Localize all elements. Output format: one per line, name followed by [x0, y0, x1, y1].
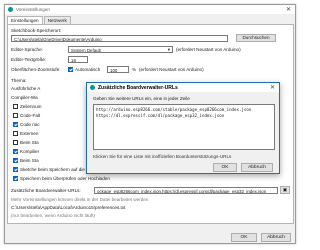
edit-note: (nur bearbeiten, wenn Arduino nicht läuf…	[11, 213, 96, 218]
verbose-label: Ausführliche A	[11, 86, 41, 91]
checkbox-code-folding[interactable]	[13, 113, 18, 118]
language-label: Editor-Sprache:	[11, 47, 43, 52]
cancel-button[interactable]: Abbruch	[261, 233, 291, 242]
sketchbook-path-input[interactable]: C:\Users\stefa\OneDrive\Dokumente\Arduin…	[11, 35, 228, 42]
checkbox-label: Code nac	[20, 122, 40, 127]
checkbox-startup-check[interactable]	[13, 158, 18, 163]
zoom-input[interactable]: 100	[107, 66, 129, 73]
unofficial-urls-link[interactable]: Klicken Sie für eine Liste mit inoffizie…	[93, 154, 231, 159]
ok-button[interactable]: OK	[231, 233, 257, 242]
checkbox-save-on-verify[interactable]	[13, 176, 18, 181]
board-urls-label: Zusätzliche Boardverwalter-URLs:	[11, 188, 81, 193]
tab-network[interactable]: Netzwerk	[43, 16, 71, 24]
checkbox-label: Kompilier	[20, 149, 40, 154]
checkbox-startup-updates[interactable]	[13, 140, 18, 145]
arduino-logo-icon	[90, 85, 95, 90]
prefs-file-path[interactable]: C:\Users\stefa\AppData\Local\Arduino15\p…	[11, 205, 125, 210]
browse-button[interactable]: Durchsuchen	[236, 34, 276, 42]
window-close-icon[interactable]: ✕	[286, 6, 291, 13]
urls-textarea[interactable]: http://arduino.esp8266.com/stable/packag…	[93, 104, 275, 150]
sketchbook-label: Sketchbook-Speicherort:	[11, 28, 62, 33]
arduino-logo-icon	[8, 7, 13, 12]
chevron-down-icon: ▾	[167, 47, 170, 52]
checkbox-compile-cache[interactable]	[13, 149, 18, 154]
checkbox-label: Externen	[20, 131, 39, 136]
board-urls-input[interactable]: ockage_esp8266com_index.json,https://dl.…	[94, 187, 278, 194]
more-prefs-note: Mehr Voreinstellungen können direkt in d…	[11, 197, 149, 202]
checkbox-label: Code-Falt	[20, 113, 41, 118]
zoom-auto-checkbox[interactable]	[68, 67, 73, 72]
fontsize-input[interactable]: 18	[68, 56, 88, 63]
tab-bar: Einstellungen Netzwerk	[7, 16, 72, 25]
zoom-unit: %	[132, 67, 137, 72]
board-urls-dialog: Zusätzliche Boardverwalter-URLs ✕ Geben …	[86, 82, 280, 174]
checkbox-update-extension[interactable]	[13, 167, 18, 172]
checkbox-label: Beim Sta	[20, 158, 39, 163]
dialog-ok-button[interactable]: OK	[213, 163, 237, 172]
dialog-title: Zusätzliche Boardverwalter-URLs	[98, 85, 178, 91]
checkbox-label: Zeilennum	[20, 104, 42, 109]
language-value: System Default	[71, 48, 101, 53]
window-titlebar: Voreinstellungen ✕	[5, 5, 295, 14]
checkbox-external-editor[interactable]	[13, 131, 18, 136]
open-urls-dialog-button[interactable]: ▣	[280, 186, 290, 194]
compiler-warnings-label: Compiler-Wa	[11, 95, 38, 100]
language-restart-note: (erfordert Neustart von Arduino)	[176, 47, 241, 52]
zoom-label: Oberflächen-Zoomstufe:	[11, 67, 61, 72]
checkbox-verify-code[interactable]	[13, 122, 18, 127]
fontsize-label: Editor-Textgröße:	[11, 57, 47, 62]
dialog-cancel-button[interactable]: Abbruch	[241, 163, 273, 172]
zoom-restart-note: (erfordert Neustart von Arduino)	[139, 67, 204, 72]
checkbox-line-numbers[interactable]	[13, 104, 18, 109]
checkbox-label: Beim Sta	[20, 140, 39, 145]
checkbox-label: Speichern beim Überprüfen oder Hochladen	[20, 176, 110, 181]
window-title: Voreinstellungen	[16, 7, 50, 12]
zoom-auto-label: Automatisch	[75, 67, 101, 72]
dialog-instruction: Geben Sie weitere URLs ein, eine in jede…	[93, 96, 190, 101]
theme-label: Thema:	[11, 78, 27, 83]
window-icon: ▣	[282, 187, 288, 192]
dialog-close-icon[interactable]: ✕	[270, 84, 275, 91]
dialog-titlebar: Zusätzliche Boardverwalter-URLs ✕	[87, 83, 279, 92]
language-select[interactable]: System Default ▾	[68, 46, 173, 53]
